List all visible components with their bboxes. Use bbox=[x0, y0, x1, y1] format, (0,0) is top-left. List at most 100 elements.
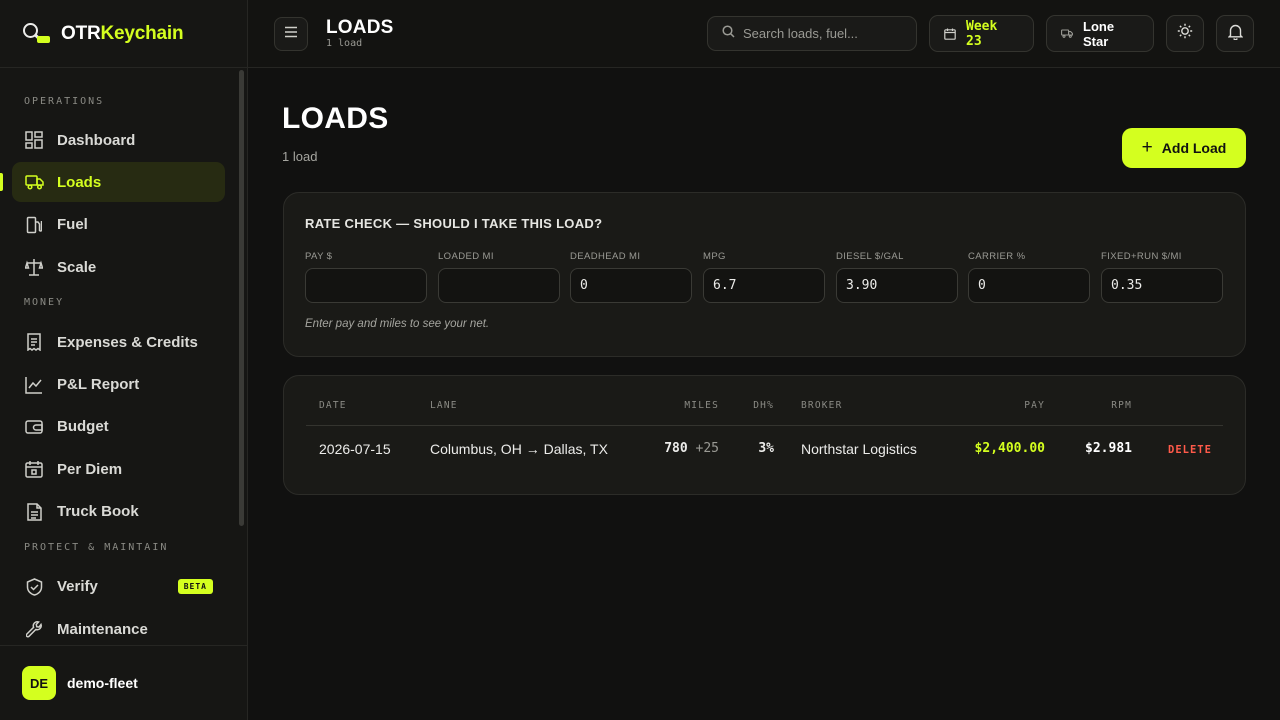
user-profile[interactable]: DE demo-fleet bbox=[0, 645, 247, 720]
sidebar-item-truck-book[interactable]: Truck Book bbox=[12, 492, 225, 532]
rate-check-card: RATE CHECK — SHOULD I TAKE THIS LOAD? PA… bbox=[283, 192, 1246, 357]
field-label: LOADED MI bbox=[438, 251, 494, 262]
sidebar-item-dashboard[interactable]: Dashboard bbox=[12, 120, 225, 160]
loaded-miles-value: 780 bbox=[664, 441, 688, 456]
sidebar-item-label: Scale bbox=[57, 258, 97, 276]
sidebar-item-fuel[interactable]: Fuel bbox=[12, 205, 225, 245]
sidebar-item-label: Per Diem bbox=[57, 460, 123, 478]
menu-toggle-button[interactable] bbox=[274, 17, 308, 51]
sidebar-item-expenses[interactable]: Expenses & Credits bbox=[12, 322, 225, 362]
column-header-dh[interactable]: DH% bbox=[734, 400, 774, 411]
table-header-divider bbox=[306, 425, 1223, 426]
truck-icon bbox=[24, 172, 44, 192]
sidebar-item-scale[interactable]: Scale bbox=[12, 247, 225, 287]
dashboard-icon bbox=[24, 130, 44, 150]
sidebar-item-label: P&L Report bbox=[57, 376, 140, 394]
pay-field: PAY $ bbox=[305, 251, 427, 303]
sidebar-scrollbar[interactable] bbox=[239, 70, 244, 526]
shield-check-icon bbox=[24, 577, 44, 597]
calendar-icon bbox=[944, 28, 956, 40]
field-label: FIXED+RUN $/MI bbox=[1101, 251, 1182, 262]
sidebar-item-label: Expenses & Credits bbox=[57, 333, 198, 351]
week-label: Week 23 bbox=[966, 18, 998, 49]
fixed-run-cost-field: FIXED+RUN $/MI bbox=[1101, 251, 1223, 303]
section-label-operations: OPERATIONS bbox=[24, 96, 105, 107]
main-content: LOADS 1 load + Add Load RATE CHECK — SHO… bbox=[248, 68, 1280, 720]
diesel-price-field: DIESEL $/GAL bbox=[836, 251, 958, 303]
add-load-button[interactable]: + Add Load bbox=[1122, 128, 1246, 168]
mpg-input[interactable] bbox=[703, 268, 825, 303]
sidebar-item-maintenance[interactable]: Maintenance bbox=[12, 609, 225, 645]
cell-rpm: $2.981 bbox=[1085, 441, 1132, 456]
sidebar-item-pl-report[interactable]: P&L Report bbox=[12, 365, 225, 405]
field-label: DIESEL $/GAL bbox=[836, 251, 904, 262]
loads-table: DATE LANE MILES DH% BROKER PAY RPM 2026-… bbox=[283, 375, 1246, 495]
section-label-money: MONEY bbox=[24, 297, 65, 309]
sidebar-item-label: Maintenance bbox=[57, 620, 148, 638]
truck-icon bbox=[1061, 29, 1073, 38]
diesel-price-input[interactable] bbox=[836, 268, 958, 303]
beta-badge: BETA bbox=[177, 578, 213, 594]
mpg-field: MPG bbox=[703, 251, 825, 303]
sidebar-item-label: Loads bbox=[57, 173, 102, 191]
sun-icon bbox=[1177, 23, 1193, 44]
column-header-miles[interactable]: MILES bbox=[664, 400, 719, 411]
delete-load-button[interactable]: DELETE bbox=[1168, 444, 1212, 456]
pay-input[interactable] bbox=[305, 268, 427, 303]
sidebar-item-loads[interactable]: Loads bbox=[0, 162, 225, 203]
deadhead-miles-input[interactable] bbox=[570, 268, 692, 303]
wrench-icon bbox=[24, 619, 44, 639]
theme-toggle-button[interactable] bbox=[1166, 15, 1204, 52]
loaded-miles-field: LOADED MI bbox=[438, 251, 560, 303]
brand[interactable]: OTRKeychain bbox=[0, 0, 247, 68]
wallet-icon bbox=[24, 417, 44, 437]
sidebar-item-label: Fuel bbox=[57, 216, 88, 234]
week-selector[interactable]: Week 23 bbox=[929, 15, 1034, 52]
column-header-date[interactable]: DATE bbox=[319, 400, 347, 411]
sidebar: OTRKeychain OPERATIONS Dashboard Loads F… bbox=[0, 0, 248, 720]
loaded-miles-input[interactable] bbox=[438, 268, 560, 303]
search-icon bbox=[722, 24, 735, 43]
brand-name-part2: Keychain bbox=[100, 22, 184, 44]
brand-name-part1: OTR bbox=[61, 22, 101, 44]
search-box[interactable] bbox=[707, 16, 917, 51]
sidebar-item-per-diem[interactable]: Per Diem bbox=[12, 449, 225, 489]
brand-name: OTRKeychain bbox=[61, 22, 184, 45]
column-header-lane[interactable]: LANE bbox=[430, 400, 458, 411]
rate-check-title: RATE CHECK — SHOULD I TAKE THIS LOAD? bbox=[305, 216, 603, 231]
page-title: LOADS bbox=[282, 102, 389, 135]
field-label: PAY $ bbox=[305, 251, 333, 262]
line-chart-icon bbox=[24, 375, 44, 395]
sidebar-item-verify[interactable]: Verify BETA bbox=[12, 567, 225, 607]
deadhead-miles-value: +25 bbox=[695, 441, 719, 456]
page-subtitle: 1 load bbox=[282, 149, 318, 164]
carrier-percent-input[interactable] bbox=[968, 268, 1090, 303]
sidebar-item-label: Verify bbox=[57, 578, 98, 596]
sidebar-nav: OPERATIONS Dashboard Loads Fuel Scale MO… bbox=[0, 68, 247, 645]
column-header-rpm[interactable]: RPM bbox=[1074, 400, 1132, 411]
field-label: MPG bbox=[703, 251, 726, 262]
company-selector[interactable]: Lone Star bbox=[1046, 15, 1154, 52]
bell-icon bbox=[1227, 23, 1243, 45]
fixed-run-cost-input[interactable] bbox=[1101, 268, 1223, 303]
deadhead-miles-field: DEADHEAD MI bbox=[570, 251, 692, 303]
document-icon bbox=[24, 502, 44, 522]
field-label: CARRIER % bbox=[968, 251, 1026, 262]
cell-miles: 780 +25 bbox=[624, 441, 719, 456]
plus-icon: + bbox=[1141, 137, 1153, 158]
sidebar-item-label: Budget bbox=[57, 418, 109, 436]
topbar: LOADS 1 load Week 23 Lone Star bbox=[248, 0, 1280, 68]
cell-dh-percent: 3% bbox=[758, 441, 774, 456]
cell-pay: $2,400.00 bbox=[974, 441, 1045, 456]
column-header-pay[interactable]: PAY bbox=[984, 400, 1045, 411]
sidebar-item-budget[interactable]: Budget bbox=[12, 407, 225, 447]
keychain-logo-icon bbox=[22, 22, 50, 46]
rate-check-hint: Enter pay and miles to see your net. bbox=[305, 318, 490, 330]
topbar-title: LOADS bbox=[326, 17, 394, 38]
carrier-percent-field: CARRIER % bbox=[968, 251, 1090, 303]
company-label: Lone Star bbox=[1083, 18, 1115, 49]
search-input[interactable] bbox=[743, 26, 903, 41]
avatar: DE bbox=[22, 666, 56, 700]
column-header-broker[interactable]: BROKER bbox=[801, 400, 843, 411]
notifications-button[interactable] bbox=[1216, 15, 1254, 52]
